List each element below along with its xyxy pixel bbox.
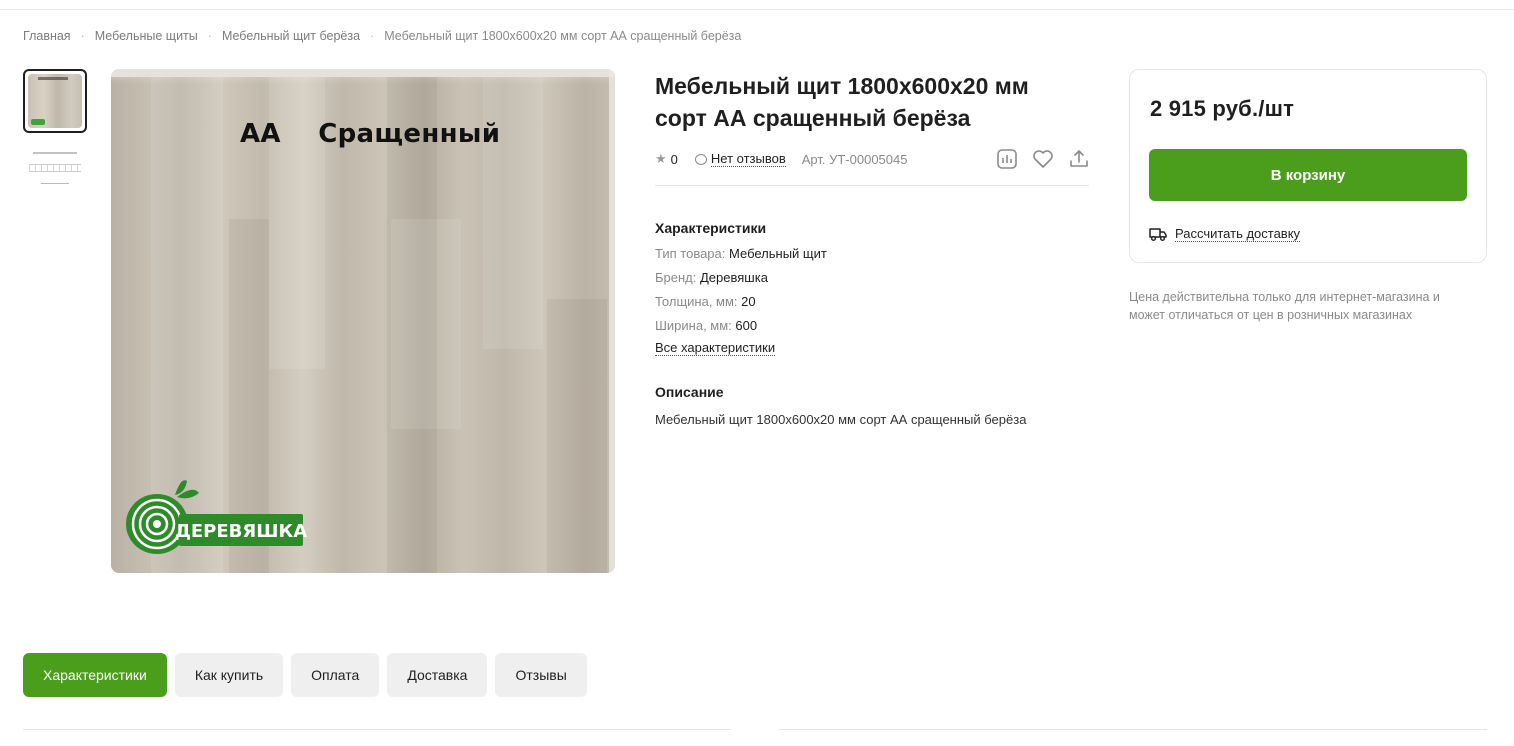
section-divider-right (779, 729, 1487, 730)
product-title: Мебельный щит 1800х600х20 мм сорт АА сра… (655, 73, 1029, 131)
tab-payment[interactable]: Оплата (291, 653, 380, 697)
tab-reviews[interactable]: Отзывы (495, 653, 587, 697)
brand-logo: ДЕРЕВЯШКА (126, 480, 307, 554)
spec-row: Ширина, мм: 600 (655, 318, 757, 333)
breadcrumb-separator: · (207, 29, 212, 43)
heart-icon[interactable] (1032, 148, 1054, 170)
spec-key: Ширина, мм: (655, 318, 732, 333)
header-divider (0, 9, 1514, 10)
add-to-cart-button[interactable]: В корзину (1149, 149, 1467, 201)
price: 2 915 руб./шт (1150, 96, 1295, 121)
spec-key: Бренд: (655, 270, 697, 285)
section-divider-left (23, 729, 731, 730)
calculate-delivery-label: Рассчитать доставку (1175, 226, 1301, 242)
breadcrumb-separator: · (370, 29, 375, 43)
spec-value: 600 (735, 318, 758, 333)
tab-characteristics[interactable]: Характеристики (23, 653, 167, 697)
all-specs-link[interactable]: Все характеристики (655, 340, 776, 356)
description-text: Мебельный щит 1800х600х20 мм сорт АА сра… (655, 412, 1027, 427)
buy-box: 2 915 руб./шт В корзину Рассчитать доста… (1129, 69, 1487, 263)
tab-delivery[interactable]: Доставка (387, 653, 488, 697)
specs-heading: Характеристики (655, 220, 767, 236)
description-heading: Описание (655, 384, 724, 400)
gallery-thumbnail-2[interactable] (27, 149, 83, 189)
info-tabs: Характеристики Как купить Оплата Доставк… (23, 653, 595, 697)
breadcrumb-current: Мебельный щит 1800х600х20 мм сорт АА сра… (384, 29, 742, 43)
spec-value: Мебельный щит (729, 246, 827, 261)
gallery-thumbnail-1[interactable] (23, 69, 87, 133)
brand-logo-text: ДЕРЕВЯШКА (175, 521, 307, 542)
tab-how-to-buy[interactable]: Как купить (174, 653, 284, 697)
spec-value: Деревяшка (700, 270, 768, 285)
comment-icon (694, 153, 707, 165)
truck-icon (1149, 228, 1167, 241)
breadcrumb-birch-boards[interactable]: Мебельный щит берёза (222, 29, 360, 43)
spec-row: Толщина, мм: 20 (655, 294, 756, 309)
spec-row: Тип товара: Мебельный щит (655, 246, 827, 261)
share-icon[interactable] (1068, 148, 1090, 170)
star-icon: ★ (655, 151, 667, 166)
product-meta: ★ 0 Нет отзывов Арт. УТ-00005045 (655, 150, 907, 168)
spec-key: Толщина, мм: (655, 294, 738, 309)
product-photo[interactable]: АА Сращенный ДЕРЕВЯШКА (111, 69, 615, 573)
price-note: Цена действительна только для интернет-м… (1129, 290, 1440, 322)
breadcrumb-home[interactable]: Главная (23, 29, 71, 43)
spec-row: Бренд: Деревяшка (655, 270, 768, 285)
article-number: Арт. УТ-00005045 (801, 151, 908, 167)
title-divider (655, 185, 1089, 186)
rating-value: 0 (670, 151, 678, 167)
spec-key: Тип товара: (655, 246, 726, 261)
compare-icon[interactable] (996, 148, 1018, 170)
spec-value: 20 (741, 294, 756, 309)
breadcrumb-furniture-boards[interactable]: Мебельные щиты (95, 29, 198, 43)
breadcrumb: Главная · Мебельные щиты · Мебельный щит… (23, 29, 741, 43)
calculate-delivery-link[interactable]: Рассчитать доставку (1149, 226, 1301, 242)
reviews-link[interactable]: Нет отзывов (710, 151, 786, 167)
breadcrumb-separator: · (80, 29, 85, 43)
photo-caption: АА Сращенный (240, 119, 501, 149)
thumbnail-image (28, 74, 82, 128)
product-actions (996, 148, 1104, 170)
